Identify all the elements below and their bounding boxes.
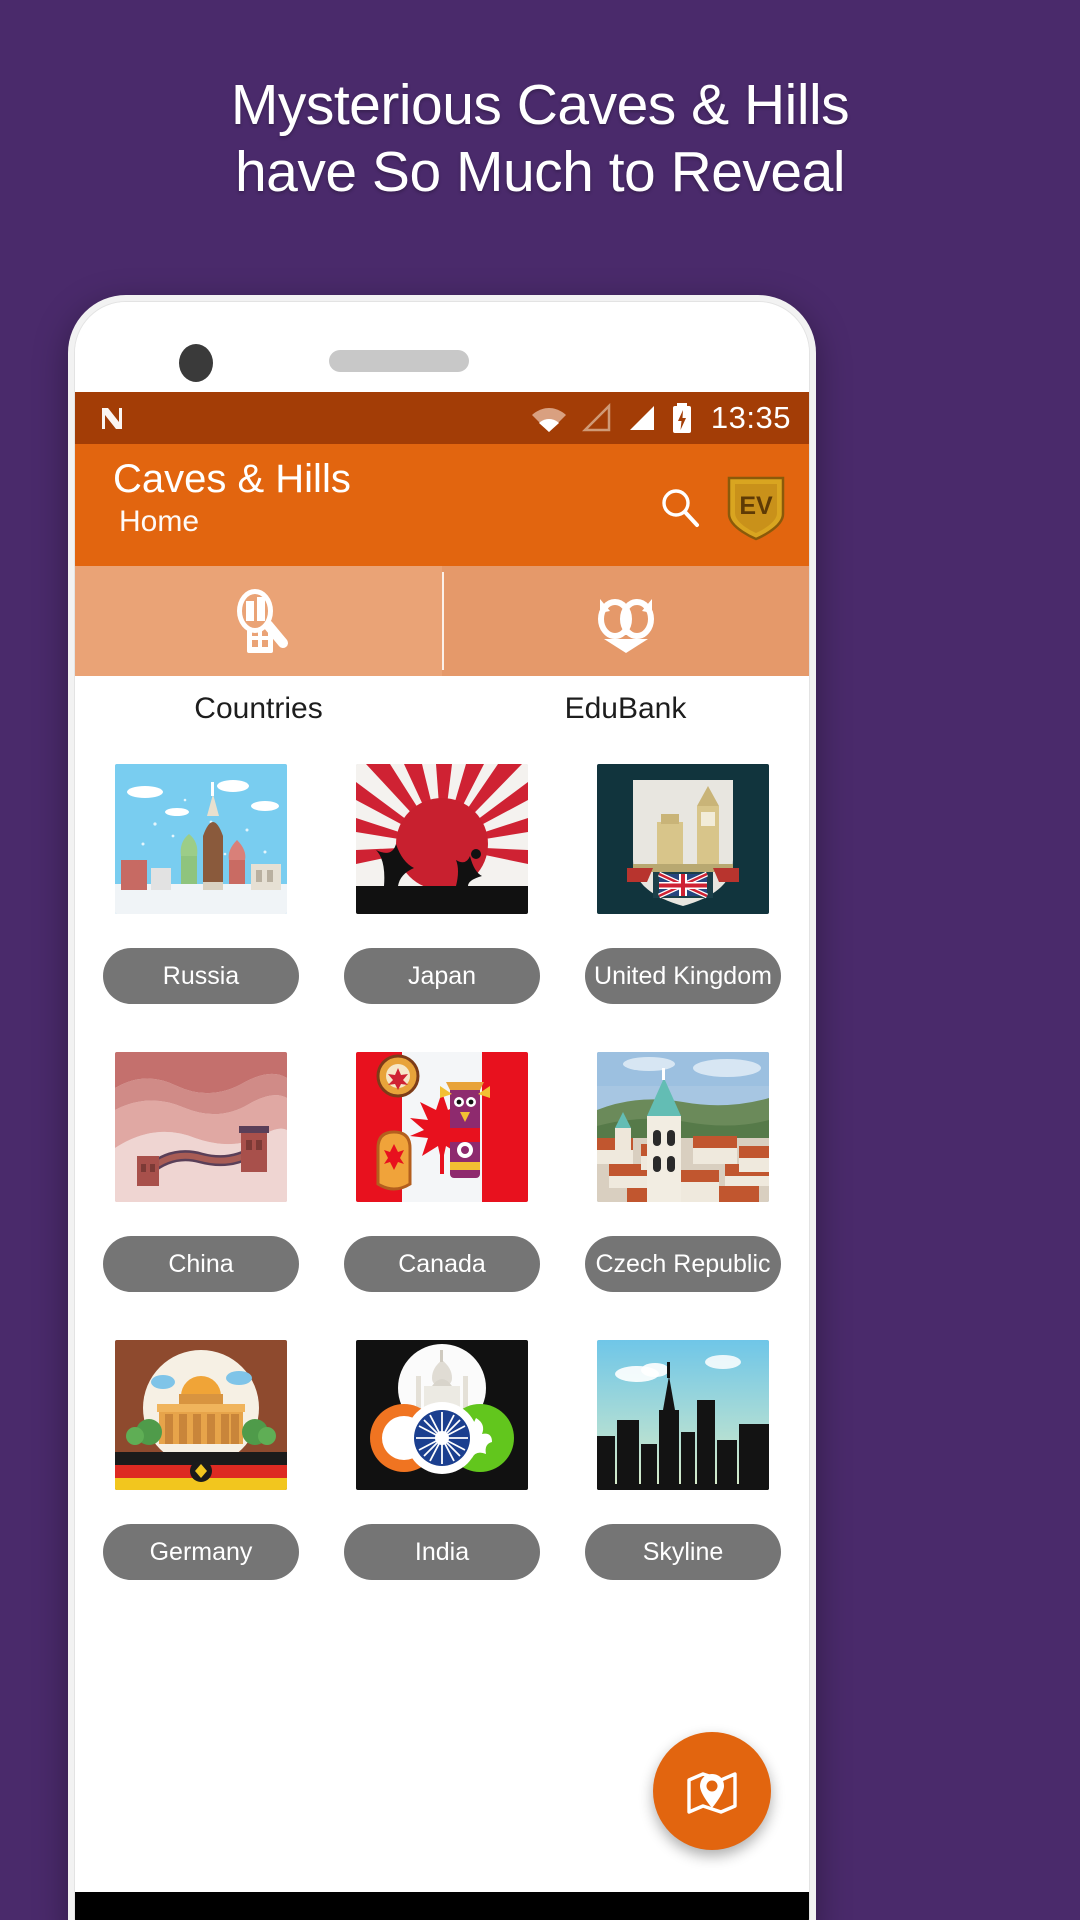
battery-charging-icon xyxy=(671,402,693,434)
country-chip-canada[interactable]: Canada xyxy=(344,1236,540,1292)
status-bar: 13:35 xyxy=(75,392,809,444)
country-chip-united-kingdom[interactable]: United Kingdom xyxy=(585,948,781,1004)
country-cell-china[interactable]: China xyxy=(103,1052,299,1292)
china-great-wall-thumb[interactable] xyxy=(115,1052,287,1202)
status-bar-clock: 13:35 xyxy=(710,400,791,435)
grid-row-spacer xyxy=(103,1004,781,1052)
country-grid: Russia Japan United Kingdom China Canada… xyxy=(75,742,809,1580)
map-marker-fab-button[interactable] xyxy=(653,1732,771,1850)
country-cell-india[interactable]: India xyxy=(344,1340,540,1580)
country-chip-india[interactable]: India xyxy=(344,1524,540,1580)
india-tajmahal-chakra-thumb[interactable] xyxy=(356,1340,528,1490)
phone-mockup: 13:35 Caves & Hills Home EV Countries Ed… xyxy=(68,295,816,1920)
city-skyline-thumb[interactable] xyxy=(597,1340,769,1490)
earpiece-speaker xyxy=(329,350,469,372)
country-cell-czech-republic[interactable]: Czech Republic xyxy=(585,1052,781,1292)
country-chip-china[interactable]: China xyxy=(103,1236,299,1292)
grid-row: China Canada Czech Republic xyxy=(103,1052,781,1292)
phone-bezel-top xyxy=(75,302,809,392)
android-n-logo-icon xyxy=(97,403,127,433)
country-chip-japan[interactable]: Japan xyxy=(344,948,540,1004)
tab-label-edubank[interactable]: EduBank xyxy=(442,692,809,726)
country-chip-czech-republic[interactable]: Czech Republic xyxy=(585,1236,781,1292)
germany-brandenburg-thumb[interactable] xyxy=(115,1340,287,1490)
ev-shield-badge-icon[interactable]: EV xyxy=(725,474,787,542)
signal-outline-icon xyxy=(581,402,613,433)
app-bar-actions: EV xyxy=(657,458,787,542)
bottom-nav-strip xyxy=(75,1892,809,1920)
country-cell-germany[interactable]: Germany xyxy=(103,1340,299,1580)
page-subtitle: Home xyxy=(119,505,200,539)
uk-bigben-shield-thumb[interactable] xyxy=(597,764,769,914)
canada-flag-totem-thumb[interactable] xyxy=(356,1052,528,1202)
owl-icon xyxy=(588,585,664,657)
grid-row-spacer xyxy=(103,1292,781,1340)
japan-rising-sun-thumb[interactable] xyxy=(356,764,528,914)
country-cell-united-kingdom[interactable]: United Kingdom xyxy=(585,764,781,1004)
tab-bar xyxy=(75,566,809,676)
signal-full-icon xyxy=(626,403,658,433)
app-bar-titles: Caves & Hills Home xyxy=(113,457,351,539)
app-screen: 13:35 Caves & Hills Home EV Countries Ed… xyxy=(75,392,809,1920)
tab-label-countries[interactable]: Countries xyxy=(75,692,442,726)
country-cell-russia[interactable]: Russia xyxy=(103,764,299,1004)
tab-label-row: Countries EduBank xyxy=(75,676,809,742)
phone-screen-frame: 13:35 Caves & Hills Home EV Countries Ed… xyxy=(74,301,810,1920)
magnifier-building-icon xyxy=(221,585,297,657)
country-cell-japan[interactable]: Japan xyxy=(344,764,540,1004)
promo-headline-line1: Mysterious Caves & Hills xyxy=(230,73,850,137)
svg-text:EV: EV xyxy=(739,492,773,520)
grid-row: Russia Japan United Kingdom xyxy=(103,764,781,1004)
country-chip-russia[interactable]: Russia xyxy=(103,948,299,1004)
promo-headline-line2: have So Much to Reveal xyxy=(234,140,846,205)
promo-headline: Mysterious Caves & Hills have So Much to… xyxy=(0,72,1080,207)
tab-countries[interactable] xyxy=(75,566,442,676)
country-cell-skyline[interactable]: Skyline xyxy=(585,1340,781,1580)
country-chip-germany[interactable]: Germany xyxy=(103,1524,299,1580)
map-marker-icon xyxy=(681,1760,743,1822)
wifi-icon xyxy=(530,403,568,433)
russia-stbasils-thumb[interactable] xyxy=(115,764,287,914)
search-icon[interactable] xyxy=(657,485,703,531)
country-chip-skyline[interactable]: Skyline xyxy=(585,1524,781,1580)
app-bar: Caves & Hills Home EV xyxy=(75,444,809,566)
czech-prague-thumb[interactable] xyxy=(597,1052,769,1202)
grid-row: Germany India Skyline xyxy=(103,1340,781,1580)
page-title: Caves & Hills xyxy=(113,457,351,501)
tab-edubank[interactable] xyxy=(442,566,809,676)
front-camera-icon xyxy=(179,344,213,382)
country-cell-canada[interactable]: Canada xyxy=(344,1052,540,1292)
